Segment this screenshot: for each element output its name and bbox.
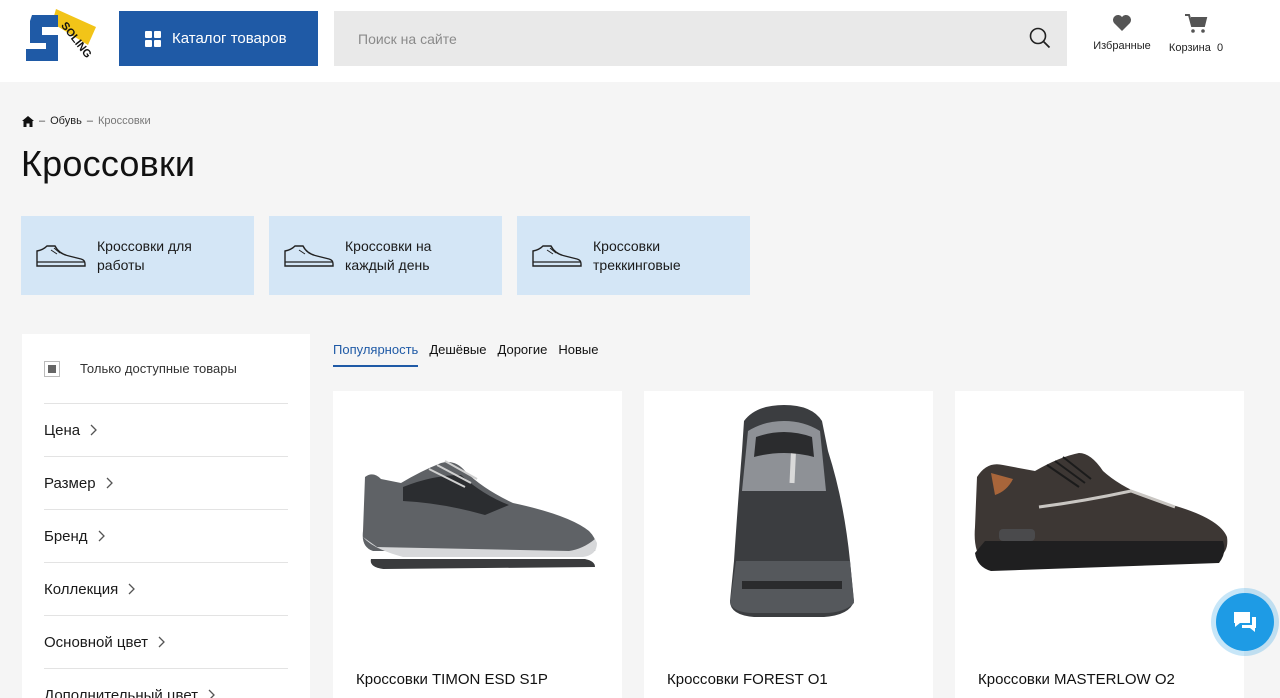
subcategory-everyday-sneakers[interactable]: Кроссовки на каждый день <box>269 216 502 295</box>
breadcrumb: – Обувь – Кроссовки <box>22 115 151 127</box>
subcategory-list: Кроссовки для работы Кроссовки на каждый… <box>21 216 750 295</box>
available-only-label: Только доступные товары <box>80 361 237 376</box>
chat-icon <box>1234 612 1256 632</box>
grid-icon <box>145 30 161 47</box>
heart-icon <box>1113 15 1131 31</box>
product-card[interactable]: Кроссовки MASTERLOW O2 <box>955 391 1244 698</box>
filter-main-color[interactable]: Основной цвет <box>44 616 288 669</box>
product-name[interactable]: Кроссовки TIMON ESD S1P <box>356 671 548 688</box>
subcategory-trekking-sneakers[interactable]: Кроссовки треккинговые <box>517 216 750 295</box>
catalog-button[interactable]: Каталог товаров <box>119 11 318 66</box>
sort-tab-cheap[interactable]: Дешёвые <box>429 342 486 367</box>
breadcrumb-current: Кроссовки <box>97 115 151 127</box>
product-image <box>730 405 854 617</box>
filter-sidebar: Только доступные товары Цена Размер Брен… <box>22 334 310 698</box>
cart-label: Корзина 0 <box>1168 42 1224 54</box>
product-card[interactable]: Кроссовки FOREST O1 <box>644 391 933 698</box>
cart-icon <box>1185 14 1208 33</box>
product-image <box>974 453 1228 571</box>
subcategory-label: Кроссовки на каждый день <box>345 237 432 273</box>
filter-brand[interactable]: Бренд <box>44 510 288 563</box>
filter-label: Основной цвет <box>44 633 149 651</box>
sneaker-icon <box>532 244 582 267</box>
catalog-button-label: Каталог товаров <box>172 30 287 47</box>
search-icon[interactable] <box>1029 27 1051 49</box>
favorites-label: Избранные <box>1093 40 1151 52</box>
chevron-right-icon <box>106 477 113 489</box>
filter-label: Размер <box>44 474 96 492</box>
chat-button[interactable] <box>1216 593 1274 651</box>
search-bar <box>334 11 1067 66</box>
filter-collection[interactable]: Коллекция <box>44 563 288 616</box>
filter-size[interactable]: Размер <box>44 457 288 510</box>
sort-tab-new[interactable]: Новые <box>558 342 598 367</box>
cart-link[interactable]: Корзина 0 <box>1162 14 1230 54</box>
filter-label: Коллекция <box>44 580 119 598</box>
filter-label: Цена <box>44 421 81 439</box>
available-only-checkbox[interactable] <box>44 360 60 377</box>
product-image <box>362 460 597 569</box>
subcategory-work-sneakers[interactable]: Кроссовки для работы <box>21 216 254 295</box>
filter-secondary-color[interactable]: Дополнительный цвет <box>44 669 288 698</box>
chevron-right-icon <box>158 636 165 648</box>
product-name[interactable]: Кроссовки MASTERLOW O2 <box>978 671 1175 688</box>
sneaker-icon <box>36 244 86 267</box>
filter-label: Дополнительный цвет <box>44 686 199 698</box>
page-title: Кроссовки <box>21 143 196 184</box>
filter-label: Бренд <box>44 527 88 545</box>
chevron-right-icon <box>208 689 215 698</box>
sneaker-icon <box>284 244 334 267</box>
soling-logo[interactable]: SOLING <box>22 9 98 67</box>
favorites-link[interactable]: Избранные <box>1088 14 1156 52</box>
sort-tab-expensive[interactable]: Дорогие <box>498 342 548 367</box>
chevron-right-icon <box>98 530 105 542</box>
sort-tabs: Популярность Дешёвые Дорогие Новые <box>333 342 610 367</box>
available-only-toggle[interactable]: Только доступные товары <box>44 334 288 404</box>
site-header: SOLING Каталог товаров Избранные Корзина… <box>0 0 1280 82</box>
chevron-right-icon <box>128 583 136 595</box>
search-input[interactable] <box>358 30 998 47</box>
product-name[interactable]: Кроссовки FOREST O1 <box>667 671 828 688</box>
subcategory-label: Кроссовки треккинговые <box>593 237 681 273</box>
breadcrumb-separator: – <box>86 115 93 127</box>
filter-price[interactable]: Цена <box>44 404 288 457</box>
subcategory-label: Кроссовки для работы <box>97 237 192 273</box>
breadcrumb-separator: – <box>39 115 46 127</box>
sort-tab-popularity[interactable]: Популярность <box>333 342 419 367</box>
breadcrumb-item-shoes[interactable]: Обувь <box>50 115 82 127</box>
cart-count: 0 <box>1216 42 1224 54</box>
chevron-right-icon <box>90 424 97 436</box>
home-icon[interactable] <box>22 115 34 127</box>
product-card[interactable]: Кроссовки TIMON ESD S1P <box>333 391 622 698</box>
